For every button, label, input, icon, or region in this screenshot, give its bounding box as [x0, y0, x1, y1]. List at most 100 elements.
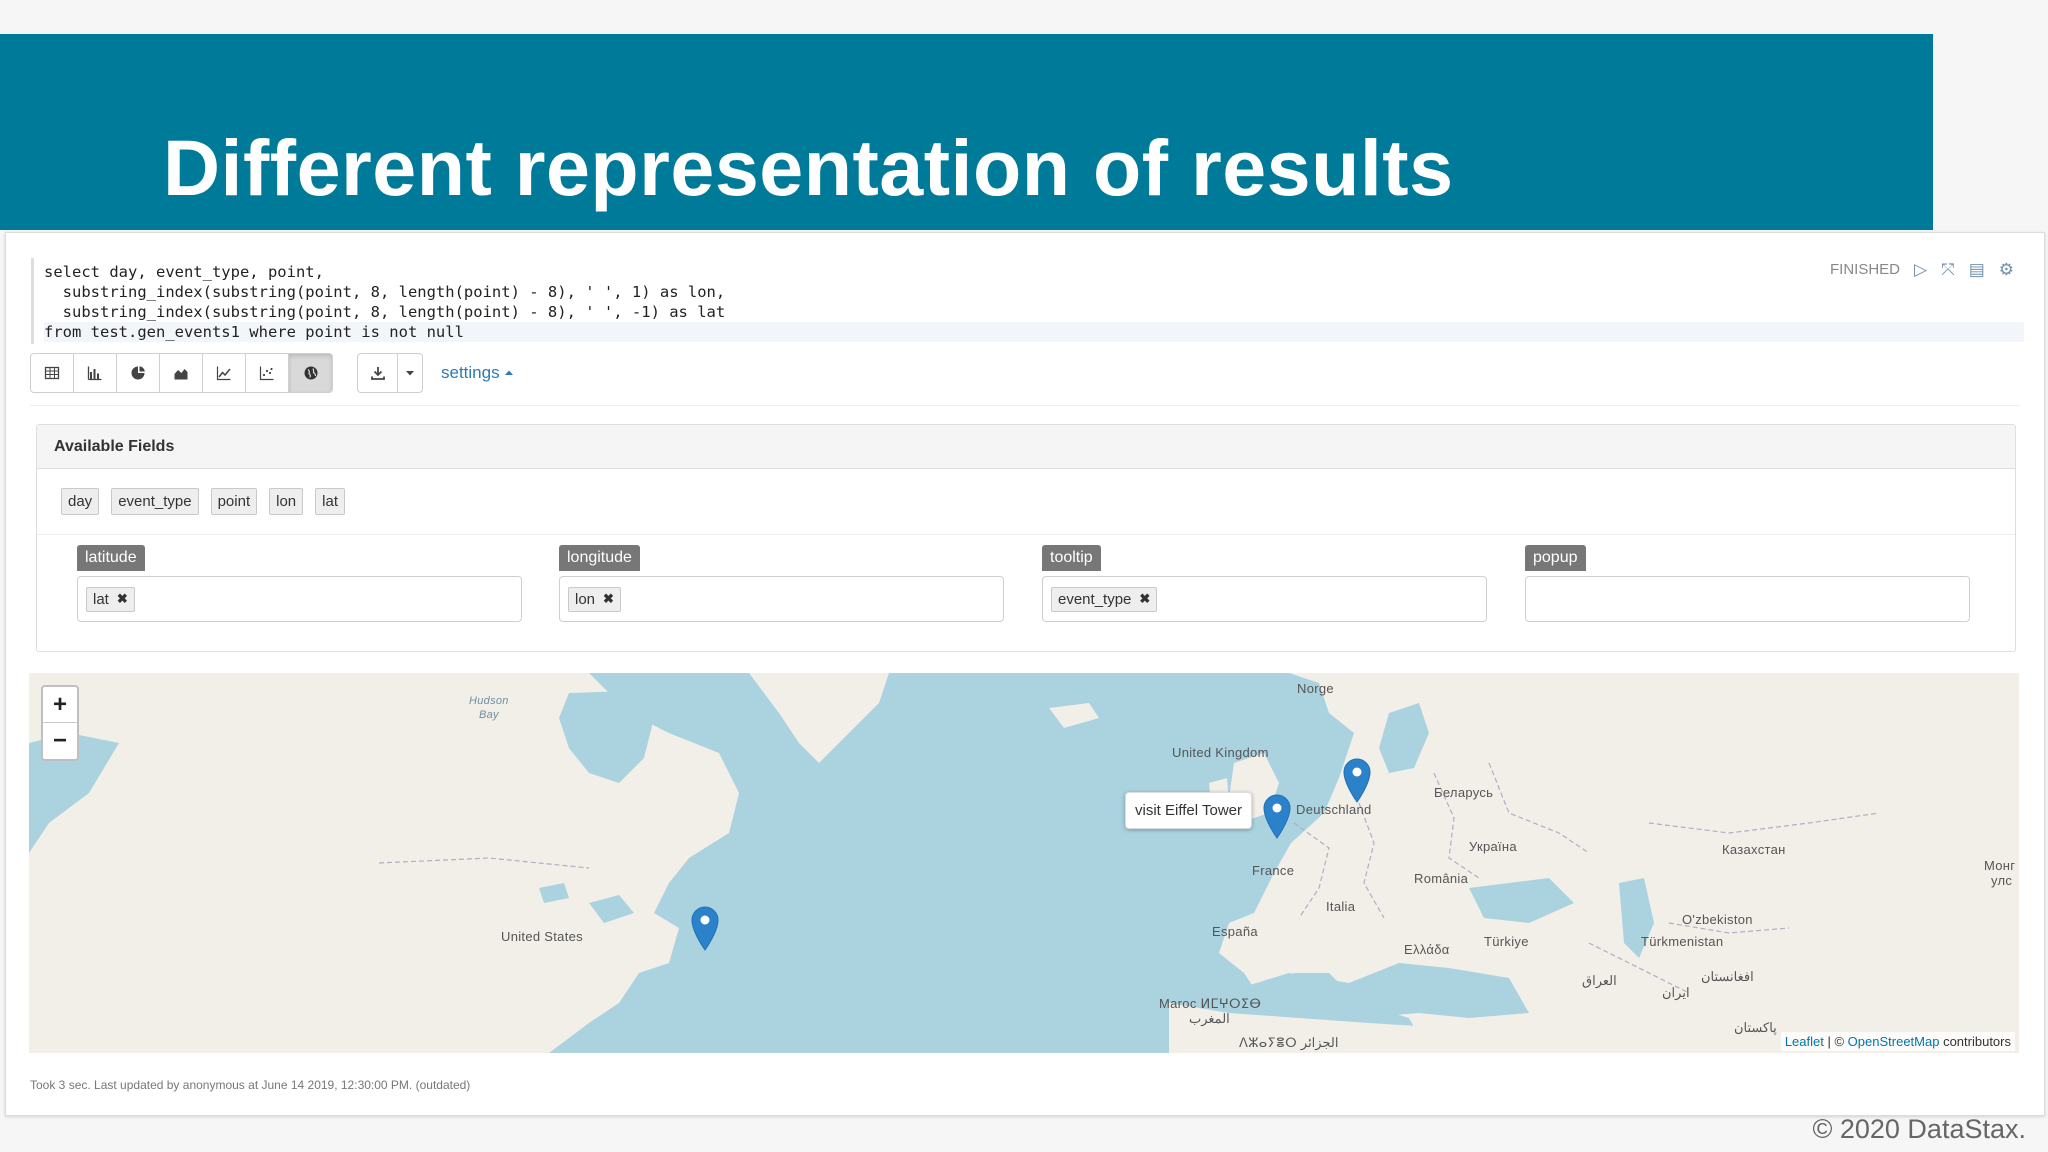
- tooltip-tag[interactable]: event_type ✖: [1051, 586, 1158, 612]
- map-label-france: France: [1252, 863, 1295, 878]
- map-label-mongol-1: Монг: [1984, 858, 2016, 873]
- field-chip-event-type[interactable]: event_type: [111, 488, 199, 515]
- map-label-espana: España: [1212, 924, 1258, 939]
- map-label-belarus: Беларусь: [1434, 785, 1494, 800]
- scatter-chart-icon: [259, 366, 274, 381]
- map-label-ellada: Ελλάδα: [1404, 942, 1450, 957]
- remove-icon[interactable]: ✖: [1139, 591, 1150, 607]
- field-chip-lat[interactable]: lat: [315, 488, 345, 515]
- leaflet-link[interactable]: Leaflet: [1785, 1034, 1824, 1049]
- code-line: substring_index(substring(point, 8, leng…: [44, 303, 726, 321]
- zoom-control: + −: [41, 685, 79, 761]
- map-label-us: United States: [501, 929, 583, 944]
- map-label-algeria: ⴷⵣⴰⵢⴻⵔ الجزائر: [1239, 1035, 1339, 1050]
- download-dropdown-button[interactable]: [398, 354, 422, 392]
- status-text: FINISHED: [1829, 261, 1900, 278]
- area-chart-button[interactable]: [160, 354, 203, 392]
- map-label-maroc-2: المغرب: [1189, 1011, 1230, 1026]
- available-fields-heading: Available Fields: [37, 425, 2015, 469]
- tooltip-dropzone[interactable]: event_type ✖: [1042, 576, 1487, 622]
- map-marker[interactable]: [1342, 757, 1372, 803]
- popup-label: popup: [1525, 545, 1586, 571]
- tag-text: event_type: [1058, 590, 1132, 608]
- latitude-slot: latitude lat ✖: [77, 545, 522, 622]
- latitude-dropzone[interactable]: lat ✖: [77, 576, 522, 622]
- download-icon: [370, 367, 385, 380]
- tooltip-slot: tooltip event_type ✖: [1042, 545, 1487, 622]
- leaflet-map[interactable]: Hudson Bay Norge United Kingdom Беларусь…: [29, 673, 2019, 1053]
- paragraph-controls: FINISHED ▷ ⤧ ▤ ⚙: [1830, 261, 2014, 278]
- latitude-tag[interactable]: lat ✖: [86, 586, 135, 612]
- settings-label: settings: [441, 363, 500, 382]
- code-line: select day, event_type, point,: [44, 263, 324, 281]
- gear-icon[interactable]: ⚙: [1999, 261, 2014, 278]
- pie-chart-icon: [131, 366, 145, 380]
- tag-text: lat: [93, 590, 109, 608]
- slide-title: Different representation of results: [163, 123, 1454, 212]
- remove-icon[interactable]: ✖: [603, 591, 614, 607]
- map-attribution: Leaflet | © OpenStreetMap contributors: [1780, 1032, 2015, 1051]
- map-label-turkiye: Türkiye: [1484, 934, 1529, 949]
- map-label-norge: Norge: [1297, 681, 1334, 696]
- map-label-maroc-1: Maroc ⵍⵎⵖⵔⵉⴱ: [1159, 996, 1262, 1011]
- longitude-tag[interactable]: lon ✖: [568, 586, 621, 612]
- longitude-slot: longitude lon ✖: [559, 545, 1004, 622]
- osm-link[interactable]: OpenStreetMap: [1848, 1034, 1940, 1049]
- map-label-hudson-2: Bay: [479, 709, 499, 721]
- execution-info: Took 3 sec. Last updated by anonymous at…: [30, 1078, 471, 1092]
- map-button[interactable]: [289, 354, 332, 392]
- attribution-tail: contributors: [1939, 1034, 2011, 1049]
- field-chip-day[interactable]: day: [61, 488, 100, 515]
- line-chart-button[interactable]: [203, 354, 246, 392]
- map-label-mongol-2: улс: [1991, 873, 2013, 888]
- popup-dropzone[interactable]: [1525, 576, 1970, 622]
- zoom-out-button[interactable]: −: [43, 723, 77, 759]
- slide-banner: Different representation of results: [0, 34, 1933, 230]
- chart-type-group: [30, 353, 333, 393]
- run-icon[interactable]: ▷: [1914, 261, 1927, 278]
- caret-down-icon: [406, 371, 414, 376]
- map-marker[interactable]: [690, 905, 720, 951]
- map-label-iraq: العراق: [1582, 973, 1617, 988]
- attribution-separator: | ©: [1823, 1034, 1848, 1049]
- table-button[interactable]: [31, 354, 74, 392]
- scatter-chart-button[interactable]: [246, 354, 289, 392]
- settings-toggle[interactable]: settings: [441, 363, 514, 383]
- sql-editor[interactable]: select day, event_type, point, substring…: [31, 258, 2024, 344]
- marker-tooltip: visit Eiffel Tower: [1125, 792, 1252, 829]
- map-marker[interactable]: [1262, 793, 1292, 839]
- code-line: substring_index(substring(point, 8, leng…: [44, 283, 726, 301]
- download-button[interactable]: [358, 354, 398, 392]
- map-label-uzbekistan: O'zbekiston: [1682, 912, 1753, 927]
- latitude-label: latitude: [77, 545, 145, 571]
- map-tiles: [29, 673, 2019, 1053]
- divider: [30, 405, 2020, 406]
- pie-chart-button[interactable]: [117, 354, 160, 392]
- popup-slot: popup: [1525, 545, 1970, 622]
- longitude-dropzone[interactable]: lon ✖: [559, 576, 1004, 622]
- map-label-ukraina: Україна: [1469, 839, 1517, 854]
- bar-chart-icon: [87, 366, 102, 381]
- map-label-italia: Italia: [1326, 899, 1356, 914]
- zoom-in-button[interactable]: +: [43, 687, 77, 723]
- bar-chart-button[interactable]: [74, 354, 117, 392]
- map-label-hudson-1: Hudson: [469, 695, 509, 707]
- zeppelin-paragraph: select day, event_type, point, substring…: [5, 232, 2045, 1116]
- remove-icon[interactable]: ✖: [117, 591, 128, 607]
- tag-text: lon: [575, 590, 596, 608]
- tooltip-label: tooltip: [1042, 545, 1101, 571]
- line-chart-icon: [216, 366, 231, 381]
- globe-icon: [304, 366, 317, 380]
- map-label-deutschland: Deutschland: [1296, 802, 1372, 817]
- field-chip-lon[interactable]: lon: [269, 488, 304, 515]
- code-line-active: from test.gen_events1 where point is not…: [44, 322, 2024, 342]
- available-fields-list: day event_type point lon lat: [37, 469, 2015, 535]
- field-chip-point[interactable]: point: [210, 488, 258, 515]
- caret-up-icon: [504, 370, 513, 375]
- map-label-afghanistan: افغانستان: [1701, 969, 1754, 984]
- longitude-label: longitude: [559, 545, 640, 571]
- copyright-text: © 2020 DataStax.: [1812, 1114, 2026, 1144]
- book-icon[interactable]: ▤: [1969, 261, 1985, 278]
- collapse-icon[interactable]: ⤧: [1941, 261, 1955, 278]
- map-label-turkmenistan: Türkmenistan: [1641, 934, 1724, 949]
